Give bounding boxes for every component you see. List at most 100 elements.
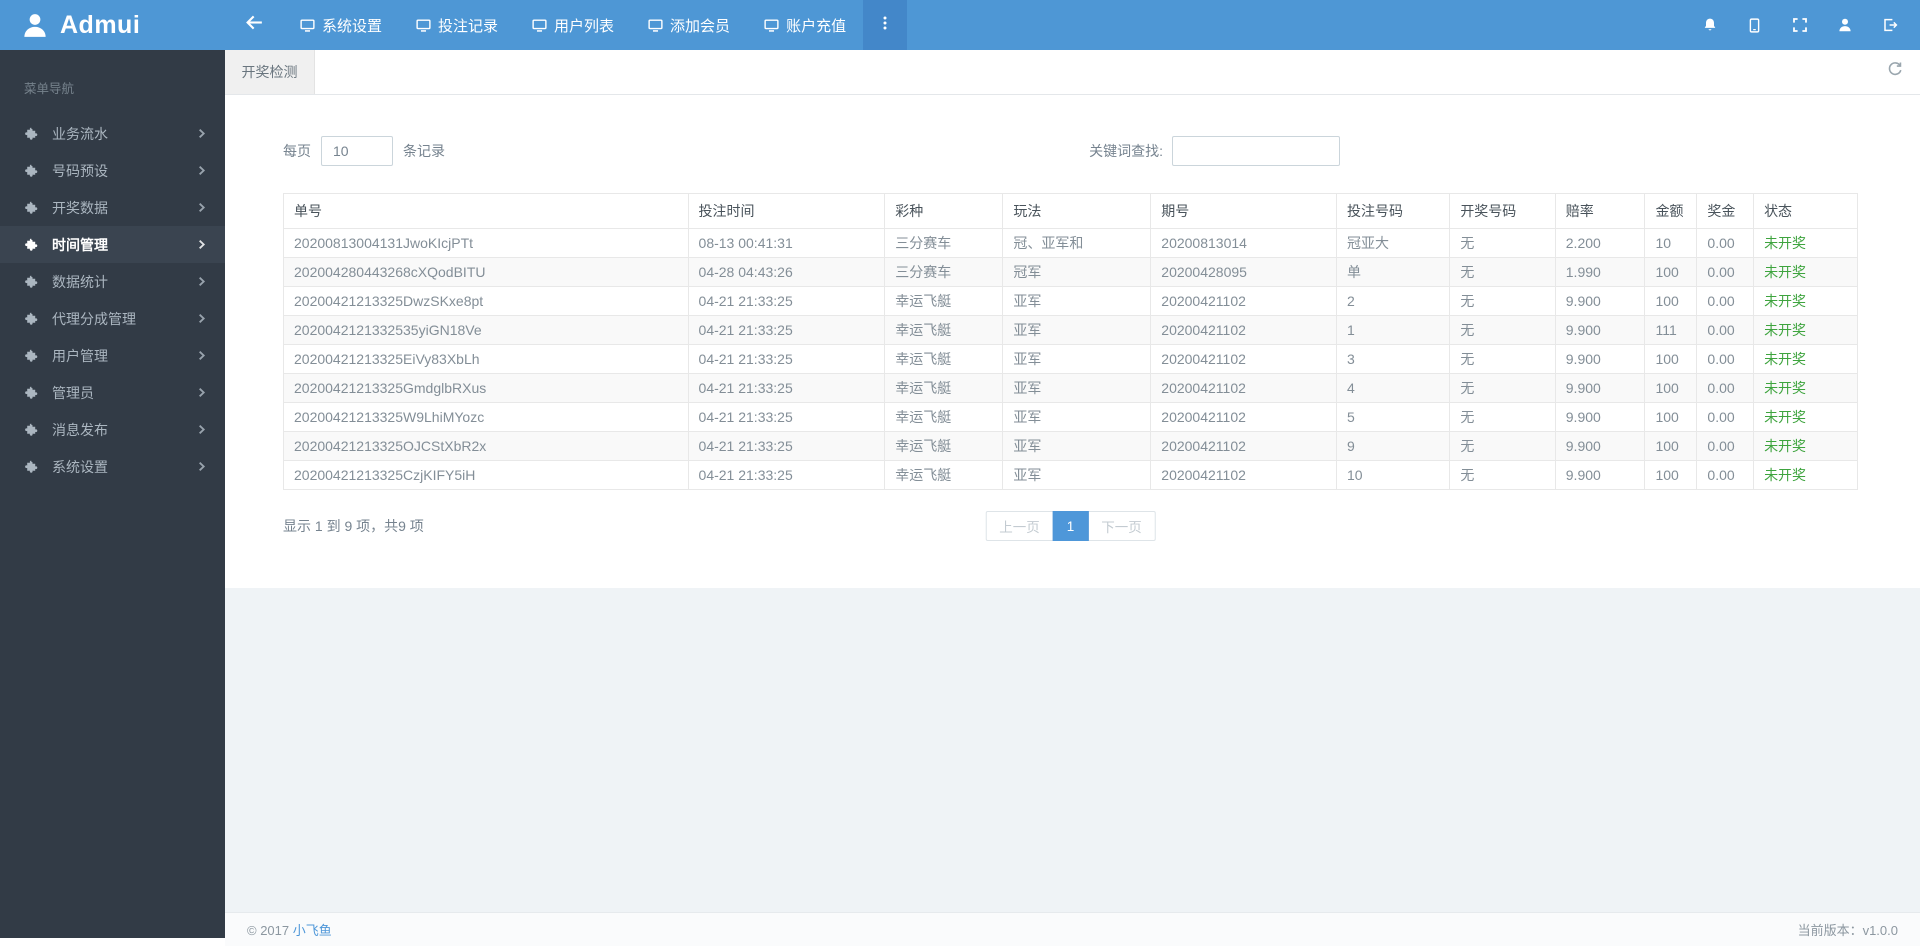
column-header: 玩法 <box>1002 193 1152 229</box>
sidebar-menu: 业务流水号码预设开奖数据时间管理 数据统计 代理分成管理用户管理管理员 消息发布 系统设… <box>0 115 225 485</box>
brand-link[interactable]: 小飞鱼 <box>293 923 332 938</box>
sidebar-item-7[interactable]: 用户管理 <box>0 337 225 374</box>
table-cell: 0.00 <box>1696 402 1755 432</box>
table-cell: 3 <box>1335 344 1451 374</box>
search-label: 关键词查找: <box>1089 143 1163 159</box>
sidebar-item-3[interactable]: 开奖数据 <box>0 189 225 226</box>
top-nav-item-4[interactable]: 添加会员 <box>631 0 747 50</box>
copyright-prefix: © 2017 <box>247 923 290 938</box>
table-cell: 100 <box>1644 373 1698 403</box>
sidebar-item-label: 号码预设 <box>52 162 108 179</box>
table-cell: 2.200 <box>1554 228 1646 258</box>
column-header: 赔率 <box>1554 193 1646 229</box>
brand[interactable]: Admui <box>0 0 225 50</box>
sidebar-item-label: 开奖数据 <box>52 199 108 216</box>
bell-icon <box>1702 17 1718 33</box>
sidebar-item-label: 业务流水 <box>52 125 108 142</box>
monitor-icon <box>532 18 547 33</box>
table-cell: 9 <box>1335 431 1451 461</box>
table-cell: 0.00 <box>1696 344 1755 374</box>
table-cell: 亚军 <box>1002 344 1152 374</box>
sidebar-item-2[interactable]: 号码预设 <box>0 152 225 189</box>
logout-button[interactable] <box>1867 0 1912 50</box>
table-cell: 冠、亚军和 <box>1002 228 1152 258</box>
table-cell: 三分赛车 <box>884 228 1004 258</box>
table-cell: 幸运飞艇 <box>884 286 1004 316</box>
puzzle-icon <box>24 422 39 437</box>
table-cell: 0.00 <box>1696 431 1755 461</box>
fullscreen-icon <box>1792 17 1808 33</box>
chevron-right-icon <box>196 202 207 213</box>
table-cell: 幸运飞艇 <box>884 460 1004 490</box>
bell-button[interactable] <box>1687 0 1732 50</box>
table-cell: 10 <box>1644 228 1698 258</box>
tab-bar: 开奖检测 <box>225 50 1920 95</box>
puzzle-icon <box>24 163 39 178</box>
logout-icon <box>1882 17 1898 33</box>
sidebar-item-9[interactable]: 消息发布 <box>0 411 225 448</box>
table-cell: 100 <box>1644 257 1698 287</box>
fullscreen-button[interactable] <box>1777 0 1822 50</box>
table-cell: 20200421102 <box>1150 344 1337 374</box>
table-cell: 04-21 21:33:25 <box>687 344 886 374</box>
sidebar-item-4[interactable]: 时间管理 <box>0 226 225 263</box>
table-cell: 9.900 <box>1554 373 1646 403</box>
top-nav-item-5[interactable]: 账户充值 <box>747 0 863 50</box>
sidebar-item-6[interactable]: 代理分成管理 <box>0 300 225 337</box>
top-nav-label: 用户列表 <box>554 17 615 35</box>
status-cell: 未开奖 <box>1753 257 1858 287</box>
top-nav-item-3[interactable]: 用户列表 <box>515 0 631 50</box>
table-cell: 100 <box>1644 402 1698 432</box>
status-cell: 未开奖 <box>1753 460 1858 490</box>
table-cell: 1.990 <box>1554 257 1646 287</box>
next-page-button[interactable]: 下一页 <box>1087 511 1156 541</box>
column-header: 投注号码 <box>1335 193 1451 229</box>
keyword-search: 关键词查找: <box>1089 136 1340 166</box>
per-page-input[interactable] <box>321 136 393 166</box>
top-nav-label: 添加会员 <box>670 17 731 35</box>
sidebar-item-1[interactable]: 业务流水 <box>0 115 225 152</box>
table-cell: 9.900 <box>1554 402 1646 432</box>
table-cell: 20200421102 <box>1150 373 1337 403</box>
table-cell: 无 <box>1449 344 1556 374</box>
table-row: 2020042121332535yiGN18Ve 04-21 21:33:25 幸运… <box>283 315 1858 345</box>
more-button[interactable] <box>863 0 908 50</box>
chevron-right-icon <box>196 239 207 250</box>
top-nav-label: 投注记录 <box>438 17 499 35</box>
refresh-icon <box>1886 61 1903 83</box>
user-icon <box>1837 17 1853 33</box>
table-cell: 20200428095 <box>1150 257 1337 287</box>
table-cell: 10 <box>1335 460 1451 490</box>
prev-page-button[interactable]: 上一页 <box>985 511 1054 541</box>
sidebar-item-10[interactable]: 系统设置 <box>0 448 225 485</box>
table-cell: 20200421213325GmdglbRXus <box>283 373 689 403</box>
tab-lottery-check[interactable]: 开奖检测 <box>225 50 315 94</box>
refresh-button[interactable] <box>1868 50 1920 94</box>
table-cell: 亚军 <box>1002 431 1152 461</box>
pagination: 上一页 1 下一页 <box>985 511 1156 541</box>
table-cell: 20200813014 <box>1150 228 1337 258</box>
monitor-icon <box>764 18 779 33</box>
column-header: 开奖号码 <box>1449 193 1556 229</box>
top-nav-item-1[interactable]: 系统设置 <box>283 0 399 50</box>
search-input[interactable] <box>1172 136 1340 166</box>
sidebar-item-8[interactable]: 管理员 <box>0 374 225 411</box>
monitor-icon <box>300 18 315 33</box>
sidebar-item-5[interactable]: 数据统计 <box>0 263 225 300</box>
table-row: 20200421213325GmdglbRXus 04-21 21:33:25 幸运… <box>283 373 1858 403</box>
top-nav-item-2[interactable]: 投注记录 <box>399 0 515 50</box>
table-cell: 无 <box>1449 286 1556 316</box>
table-cell: 幸运飞艇 <box>884 402 1004 432</box>
tablet-button[interactable] <box>1732 0 1777 50</box>
back-button[interactable] <box>225 0 283 50</box>
table-cell: 0.00 <box>1696 373 1755 403</box>
user-button[interactable] <box>1822 0 1867 50</box>
page-1-button[interactable]: 1 <box>1052 511 1089 541</box>
table-cell: 20200813004131JwoKIcjPTt <box>283 228 689 258</box>
table-cell: 9.900 <box>1554 315 1646 345</box>
table-cell: 202004280443268cXQodBITU <box>283 257 689 287</box>
top-nav-label: 账户充值 <box>786 17 847 35</box>
table-cell: 幸运飞艇 <box>884 431 1004 461</box>
sidebar-item-label: 用户管理 <box>52 347 108 364</box>
